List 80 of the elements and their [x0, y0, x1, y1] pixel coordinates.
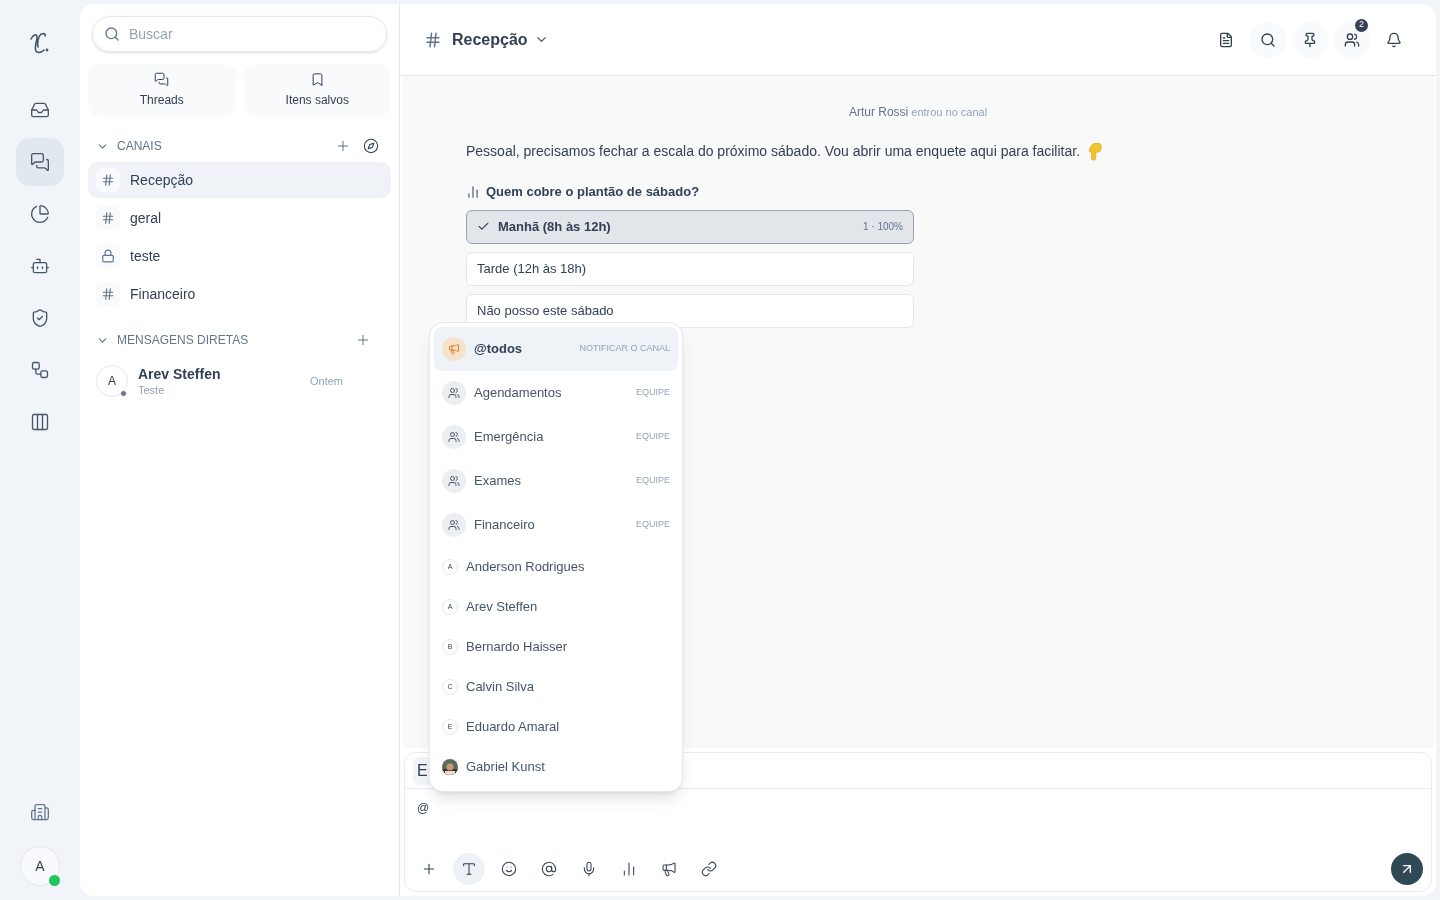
channel-title[interactable]: Recepção	[452, 27, 528, 52]
pin-icon	[1302, 31, 1318, 48]
section-title: MENSAGENS DIRETAS	[117, 332, 250, 349]
mention-option[interactable]: Financeiro EQUIPE	[434, 503, 678, 547]
poll-result: 1 · 100%	[862, 220, 903, 234]
mention-tag: EQUIPE	[636, 430, 670, 444]
members-button[interactable]: 2	[1334, 21, 1370, 58]
shortcut-button[interactable]: Threads	[88, 64, 236, 116]
compass-icon[interactable]	[363, 138, 379, 154]
nav-item[interactable]	[16, 138, 64, 186]
check-icon	[477, 220, 490, 233]
message-input[interactable]: @	[405, 789, 1431, 853]
inbox-icon	[30, 100, 50, 120]
megaphone-icon	[661, 861, 677, 877]
pie-chart-icon	[30, 204, 50, 224]
poll-option[interactable]: Não posso este sábado	[466, 293, 914, 328]
bell-icon	[1386, 31, 1402, 48]
mention-tag: EQUIPE	[636, 386, 670, 400]
section-title: CANAIS	[117, 138, 163, 155]
shortcut-button[interactable]: Itens salvos	[243, 64, 391, 116]
message-text: Pessoal, precisamos fechar a escala do próximo sábado. Vou abrir uma enquete aqui para facilitar.	[466, 142, 1081, 161]
shield-icon	[30, 308, 50, 328]
direct-message-item[interactable]: A Arev Steffen Teste Ontem	[88, 360, 391, 402]
send-button[interactable]	[1391, 853, 1423, 885]
users-icon	[448, 387, 460, 399]
bookmark-icon	[309, 71, 325, 87]
poll-option[interactable]: Tarde (12h às 18h)	[466, 251, 914, 286]
bar-chart-icon	[621, 861, 637, 877]
user-avatar[interactable]: A	[20, 846, 60, 886]
system-message: Artur Rossi entrou no canal	[848, 104, 988, 121]
logo-icon	[29, 30, 51, 56]
message-time: Ontem	[310, 373, 343, 389]
channel-item[interactable]: Recepção	[88, 162, 391, 198]
format-button[interactable]	[453, 853, 485, 885]
megaphone-icon	[448, 343, 460, 355]
poll-option[interactable]: Manhã (8h às 12h) 1 · 100%	[466, 209, 914, 244]
at-icon	[541, 861, 557, 877]
mention-option[interactable]: Exames EQUIPE	[434, 459, 678, 503]
channel-item[interactable]: Financeiro	[88, 276, 391, 312]
users-icon	[448, 475, 460, 487]
channel-item[interactable]: teste	[88, 238, 391, 274]
microphone-icon	[581, 861, 597, 877]
bar-chart-icon	[466, 184, 480, 199]
search-field[interactable]: Buscar	[92, 16, 387, 52]
document-icon	[1218, 31, 1234, 48]
flow-icon	[30, 360, 50, 380]
mention-option[interactable]: Agendamentos EQUIPE	[434, 371, 678, 415]
channel-item[interactable]: geral	[88, 200, 391, 236]
poll-question: Quem cobre o plantão de sábado?	[486, 183, 700, 201]
users-icon	[448, 519, 460, 531]
plus-icon	[421, 861, 437, 877]
contact-name: Arev Steffen	[138, 365, 222, 383]
link-icon	[701, 861, 717, 877]
mention-tag: NOTIFICAR O CANAL	[579, 342, 670, 356]
lock-icon	[101, 249, 115, 263]
pin-button[interactable]	[1292, 21, 1328, 58]
mention-option[interactable]: @todos NOTIFICAR O CANAL	[434, 327, 678, 371]
mention-option[interactable]: Gabriel Kunst	[434, 747, 678, 787]
count-badge: 2	[1355, 18, 1368, 32]
message-preview: Teste	[138, 383, 166, 397]
chat-icon	[30, 152, 50, 172]
robot-icon	[30, 256, 50, 276]
search-icon	[104, 26, 120, 42]
search-button[interactable]	[1250, 21, 1286, 58]
chat-icon	[154, 71, 170, 87]
mention-tag: EQUIPE	[636, 474, 670, 488]
hash-icon	[101, 287, 115, 301]
smile-icon	[501, 861, 517, 877]
building-icon[interactable]	[30, 802, 50, 822]
format-chip[interactable]: E	[413, 756, 432, 785]
mention-tag: EQUIPE	[636, 518, 670, 532]
columns-icon	[30, 412, 50, 432]
hash-icon	[101, 211, 115, 225]
text-icon	[461, 861, 477, 877]
users-icon	[1344, 31, 1360, 48]
users-icon	[448, 431, 460, 443]
hash-icon	[101, 173, 115, 187]
hash-icon	[424, 30, 442, 49]
search-icon	[1260, 31, 1276, 48]
mention-option[interactable]: Emergência EQUIPE	[434, 415, 678, 459]
